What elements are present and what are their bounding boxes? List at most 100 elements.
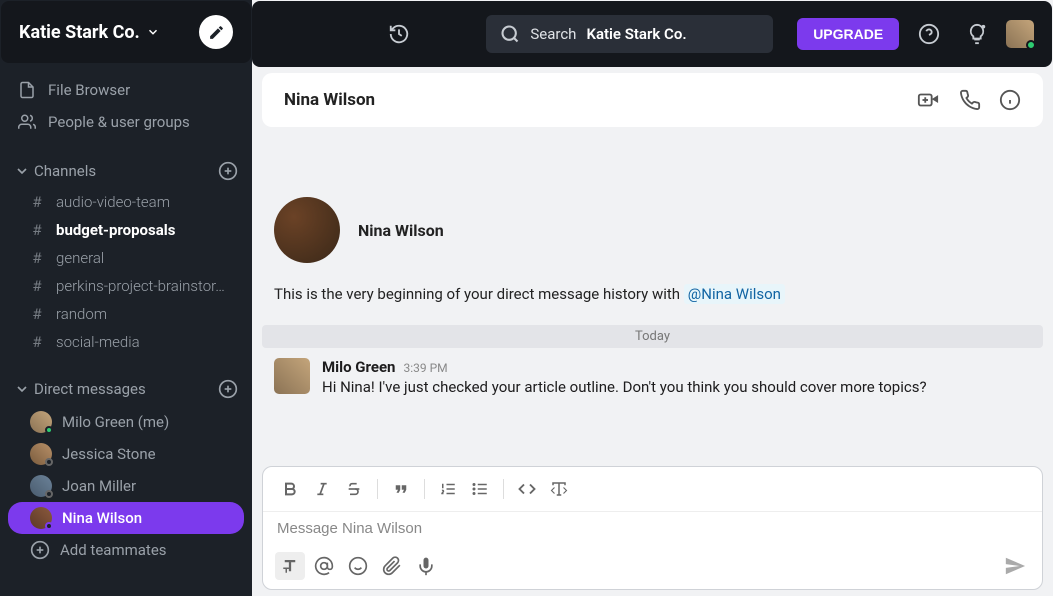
format-toggle-button[interactable] (275, 552, 305, 580)
search-box[interactable]: Search Katie Stark Co. (486, 15, 773, 53)
dm-label: Direct messages (34, 380, 146, 398)
sidebar-body: File Browser People & user groups Channe… (0, 64, 252, 596)
bullet-list-icon (471, 480, 489, 498)
dm-jessica-stone[interactable]: Jessica Stone (8, 438, 244, 470)
chat-actions (915, 89, 1021, 111)
channel-budget-proposals[interactable]: # budget-proposals (0, 216, 252, 244)
history-icon (388, 23, 410, 45)
whats-new-button[interactable] (959, 16, 995, 52)
chat-title[interactable]: Nina Wilson (284, 90, 375, 110)
paperclip-icon (382, 556, 402, 576)
dm-nina-wilson[interactable]: Nina Wilson (8, 502, 244, 534)
info-icon[interactable] (999, 89, 1021, 111)
conversation-intro: Nina Wilson This is the very beginning o… (252, 127, 1053, 325)
user-mention[interactable]: @Nina Wilson (684, 284, 785, 304)
lightbulb-icon (966, 23, 988, 45)
attach-button[interactable] (377, 552, 407, 580)
plus-circle-icon (30, 540, 50, 560)
channel-label: budget-proposals (56, 221, 175, 239)
bullet-list-button[interactable] (465, 475, 495, 503)
quote-button[interactable] (386, 475, 416, 503)
message-author[interactable]: Milo Green (322, 358, 395, 376)
bold-button[interactable] (275, 475, 305, 503)
strikethrough-icon (346, 481, 362, 497)
upgrade-button[interactable]: UPGRADE (797, 18, 899, 50)
channel-general[interactable]: #general (0, 244, 252, 272)
phone-icon[interactable] (959, 89, 981, 111)
date-divider: Today (262, 325, 1043, 348)
workspace-name: Katie Stark Co. (19, 22, 140, 43)
people-groups-label: People & user groups (48, 113, 190, 131)
channel-social-media[interactable]: #social-media (0, 328, 252, 356)
code-block-button[interactable] (544, 475, 574, 503)
workspace-header: Katie Stark Co. (1, 1, 251, 63)
intro-name: Nina Wilson (358, 221, 444, 240)
bold-icon (282, 481, 298, 497)
format-toolbar (263, 467, 1042, 512)
channels-label: Channels (34, 162, 96, 180)
chevron-down-icon (146, 25, 160, 39)
add-teammates-label: Add teammates (60, 541, 167, 559)
top-bar: Search Katie Stark Co. UPGRADE (252, 1, 1052, 67)
strike-button[interactable] (339, 475, 369, 503)
main: Search Katie Stark Co. UPGRADE Nina Wils… (252, 0, 1053, 596)
code-icon (518, 480, 536, 498)
people-icon (18, 113, 36, 131)
quote-icon (392, 480, 410, 498)
nav-people-groups[interactable]: People & user groups (0, 106, 252, 138)
dm-label: Jessica Stone (62, 445, 156, 463)
status-away-icon (45, 522, 53, 530)
message-time: 3:39 PM (403, 361, 447, 375)
history-button[interactable] (381, 16, 417, 52)
compose-button[interactable] (199, 15, 233, 49)
code-block-icon (550, 480, 568, 498)
avatar (30, 443, 52, 465)
help-button[interactable] (911, 16, 947, 52)
avatar (30, 475, 52, 497)
hash-icon: # (28, 277, 46, 295)
channel-perkins-project[interactable]: # perkins-project-brainstor… (0, 272, 252, 300)
toolbar-divider (377, 479, 378, 499)
emoji-button[interactable] (343, 552, 373, 580)
workspace-switcher[interactable]: Katie Stark Co. (19, 22, 160, 43)
ordered-list-icon (439, 480, 457, 498)
channels-section-header[interactable]: Channels (0, 154, 252, 188)
search-prefix: Search (530, 25, 576, 43)
dm-section-header[interactable]: Direct messages (0, 372, 252, 406)
composer (262, 466, 1043, 590)
video-add-icon[interactable] (915, 89, 941, 111)
chevron-down-icon (14, 163, 30, 179)
italic-button[interactable] (307, 475, 337, 503)
dm-milo-green[interactable]: Milo Green (me) (8, 406, 244, 438)
message-avatar[interactable] (274, 358, 310, 394)
dm-joan-miller[interactable]: Joan Miller (8, 470, 244, 502)
chevron-down-icon (14, 381, 30, 397)
message-text: Hi Nina! I've just checked your article … (322, 378, 1031, 396)
channel-random[interactable]: #random (0, 300, 252, 328)
send-icon (1004, 555, 1026, 577)
chat-body: Nina Wilson This is the very beginning o… (252, 127, 1053, 454)
add-teammates[interactable]: Add teammates (8, 534, 244, 566)
channel-audio-video-team[interactable]: #audio-video-team (0, 188, 252, 216)
channel-label: perkins-project-brainstor… (56, 277, 225, 295)
hash-icon: # (28, 221, 46, 239)
sidebar: Katie Stark Co. File Browser People & us… (0, 0, 252, 596)
plus-circle-icon[interactable] (218, 161, 238, 181)
nav-file-browser[interactable]: File Browser (0, 74, 252, 106)
text-format-icon (281, 557, 299, 575)
mic-button[interactable] (411, 552, 441, 580)
hash-icon: # (28, 305, 46, 323)
code-button[interactable] (512, 475, 542, 503)
intro-text-body: This is the very beginning of your direc… (274, 285, 684, 303)
emoji-icon (348, 556, 368, 576)
channel-label: social-media (56, 333, 140, 351)
avatar (30, 411, 52, 433)
composer-bottom (263, 545, 1042, 589)
mention-button[interactable] (309, 552, 339, 580)
plus-circle-icon[interactable] (218, 379, 238, 399)
ordered-list-button[interactable] (433, 475, 463, 503)
user-avatar[interactable] (1006, 20, 1034, 48)
send-button[interactable] (1000, 551, 1030, 581)
message-input[interactable] (263, 512, 1042, 545)
intro-avatar[interactable] (274, 197, 340, 263)
